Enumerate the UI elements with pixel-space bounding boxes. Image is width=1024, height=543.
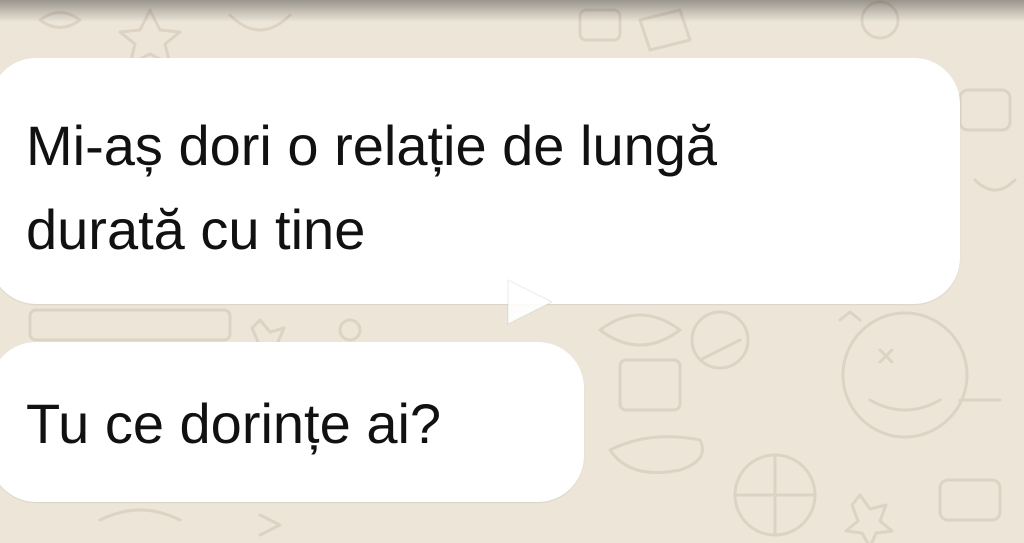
play-icon[interactable] — [504, 278, 556, 330]
incoming-message-bubble[interactable]: Tu ce dorințe ai? — [0, 342, 584, 502]
message-text: Mi-aș dori o relație de lungă durată cu t… — [26, 114, 718, 261]
message-text: Tu ce dorințe ai? — [26, 392, 442, 455]
top-shadow — [0, 0, 1024, 22]
incoming-message-bubble[interactable]: Mi-aș dori o relație de lungă durată cu t… — [0, 58, 960, 304]
